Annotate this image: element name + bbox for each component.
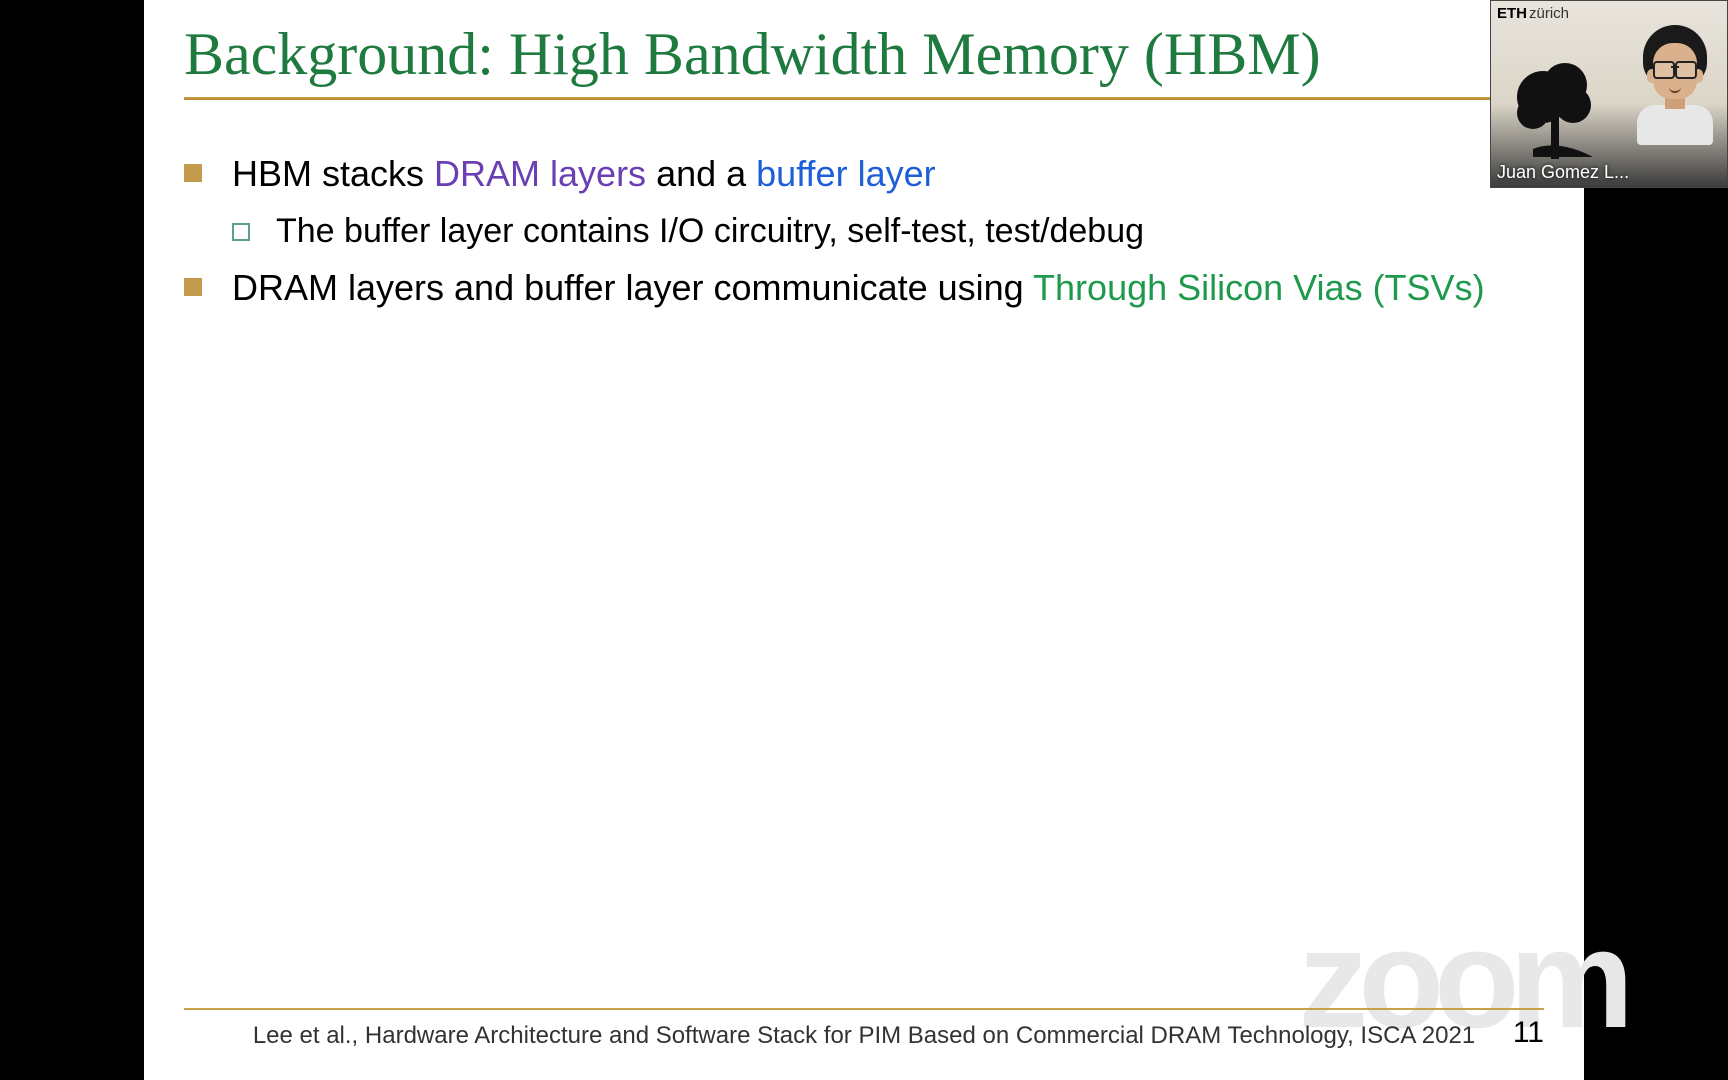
title-rule — [184, 97, 1564, 100]
institution-thin: zürich — [1529, 5, 1569, 22]
tree-silhouette-icon — [1503, 39, 1613, 159]
bullet-square-icon — [184, 164, 202, 182]
speaker-video-tile[interactable]: ETHzürich Juan Gomez L... — [1490, 0, 1728, 188]
presentation-slide[interactable]: Background: High Bandwidth Memory (HBM) … — [144, 0, 1584, 1080]
bullet-square-icon — [184, 278, 202, 296]
list-item: HBM stacks DRAM layers and a buffer laye… — [184, 150, 1544, 199]
bullet-hollow-icon — [232, 223, 250, 241]
slide-title-text: Background: High Bandwidth Memory (HBM) — [184, 21, 1321, 87]
speaker-name-label: Juan Gomez L... — [1497, 162, 1727, 183]
bullet-text: DRAM layers and buffer layer communicate… — [232, 264, 1544, 313]
bullet-text: HBM stacks DRAM layers and a buffer laye… — [232, 150, 1544, 199]
institution-bold: ETH — [1497, 5, 1527, 22]
list-item: DRAM layers and buffer layer communicate… — [184, 264, 1544, 313]
slide-content: HBM stacks DRAM layers and a buffer laye… — [184, 150, 1544, 323]
list-subitem: The buffer layer contains I/O circuitry,… — [232, 209, 1544, 255]
speaker-avatar — [1631, 19, 1719, 139]
slide-title: Background: High Bandwidth Memory (HBM) — [184, 20, 1564, 130]
bullet-text: The buffer layer contains I/O circuitry,… — [276, 209, 1544, 255]
footer-rule — [184, 1008, 1544, 1010]
citation: Lee et al., Hardware Architecture and So… — [144, 1022, 1584, 1050]
stage: Background: High Bandwidth Memory (HBM) … — [0, 0, 1728, 1080]
institution-logo: ETHzürich — [1497, 5, 1569, 22]
page-number: 11 — [1513, 1016, 1544, 1050]
